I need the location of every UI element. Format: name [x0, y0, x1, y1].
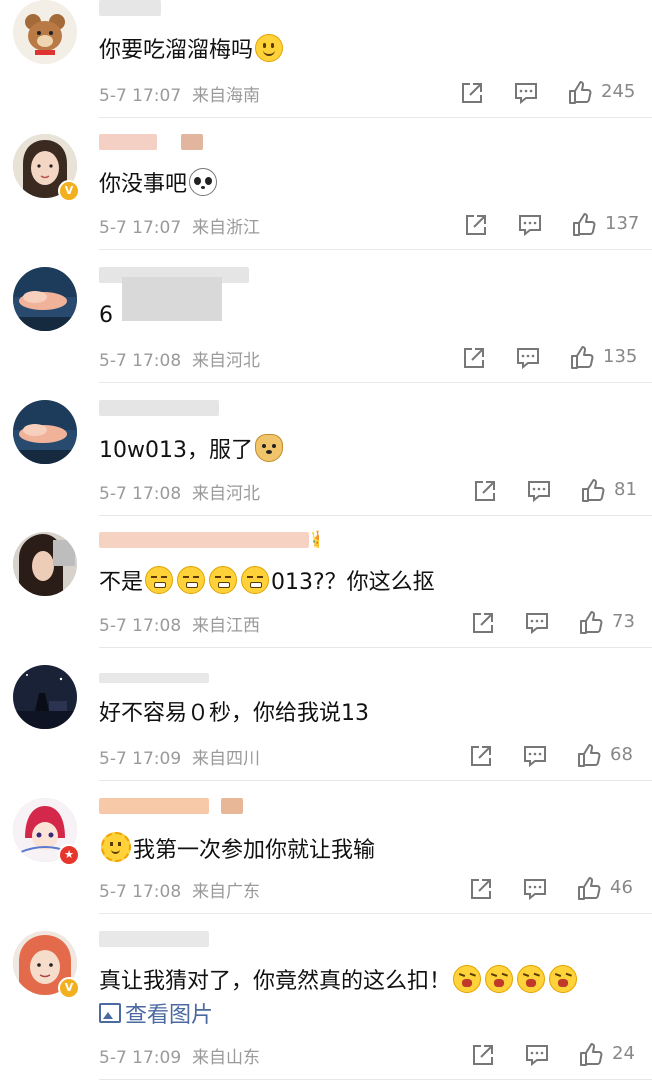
comment-text: 不是 013?？你这么抠: [99, 566, 435, 598]
comment-actions: 73: [0, 608, 652, 638]
verified-badge-icon: V: [58, 977, 80, 999]
divider: [99, 117, 652, 118]
redaction-block: [122, 277, 222, 321]
share-icon[interactable]: [463, 212, 489, 238]
username-redacted[interactable]: [99, 663, 319, 685]
comment-icon[interactable]: [522, 743, 548, 769]
thumbs-up-icon[interactable]: [569, 345, 595, 371]
sweat-emoji-icon: [209, 566, 238, 594]
like-count: 46: [610, 877, 633, 898]
username-redacted[interactable]: [99, 796, 319, 818]
comment-text: 你没事吧: [99, 168, 219, 200]
avatar[interactable]: [13, 665, 77, 729]
comment-actions: 135: [0, 343, 652, 373]
avatar[interactable]: [13, 267, 77, 331]
username-redacted[interactable]: 👑: [99, 530, 319, 552]
comment-text: 我第一次参加你就让我输: [99, 832, 375, 866]
share-icon[interactable]: [468, 743, 494, 769]
thumbs-up-icon[interactable]: [567, 80, 593, 106]
comment-text: 真让我猜对了，你竟然真的这么扣！: [99, 965, 579, 997]
thumbs-up-icon[interactable]: [578, 610, 604, 636]
comment-text: 6: [99, 303, 113, 328]
share-icon[interactable]: [461, 345, 487, 371]
like-count: 81: [614, 479, 637, 500]
comment-icon[interactable]: [524, 1042, 550, 1068]
angry-emoji-icon: [517, 965, 546, 993]
divider: [99, 249, 652, 250]
comment-icon[interactable]: [526, 478, 552, 504]
comment-item: V 你没事吧 5-7 17:07 来自浙江 137: [0, 132, 652, 265]
comment-item: 10w013，服了 5-7 17:08 来自河北 81: [0, 398, 652, 531]
avatar[interactable]: [13, 0, 77, 64]
comment-item: 6 5-7 17:08 来自河北 135: [0, 265, 652, 398]
see-image-link[interactable]: 查看图片: [99, 997, 213, 1029]
sweat-emoji-icon: [145, 566, 174, 594]
share-icon[interactable]: [472, 478, 498, 504]
smile-emoji-icon: [255, 34, 284, 62]
picture-icon: [99, 1003, 121, 1023]
comment-text: 你要吃溜溜梅吗: [99, 34, 285, 66]
comment-item: ★ 我第一次参加你就让我输 5-7 17:08 来自广东 46: [0, 796, 652, 929]
comment-icon[interactable]: [517, 212, 543, 238]
red-badge-icon: ★: [58, 844, 80, 866]
comment-item: 好不容易０秒，你给我说13 5-7 17:09 来自四川 68: [0, 663, 652, 796]
comment-icon[interactable]: [522, 876, 548, 902]
thumbs-up-icon[interactable]: [571, 212, 597, 238]
thumbs-up-icon[interactable]: [576, 876, 602, 902]
like-count: 135: [603, 346, 638, 367]
divider: [99, 515, 652, 516]
like-count: 137: [605, 213, 640, 234]
share-icon[interactable]: [470, 1042, 496, 1068]
share-icon[interactable]: [459, 80, 485, 106]
avatar[interactable]: [13, 400, 77, 464]
comment-icon[interactable]: [513, 80, 539, 106]
username-redacted[interactable]: [99, 398, 319, 420]
comment-item: 👑 不是013?？你这么抠 5-7 17:08 来自江西 73: [0, 530, 652, 663]
angry-emoji-icon: [453, 965, 482, 993]
comment-icon[interactable]: [515, 345, 541, 371]
username-redacted[interactable]: [99, 0, 319, 22]
username-redacted[interactable]: [99, 132, 319, 154]
comment-actions: 137: [0, 210, 652, 240]
share-icon[interactable]: [470, 610, 496, 636]
angry-emoji-icon: [549, 965, 578, 993]
thumbs-up-icon[interactable]: [578, 1042, 604, 1068]
comment-item: V 真让我猜对了，你竟然真的这么扣！ 查看图片 5-7 17:09 来自山东 2…: [0, 929, 652, 1090]
verified-badge-icon: V: [58, 180, 80, 202]
comment-actions: 245: [0, 78, 652, 108]
comment-icon[interactable]: [524, 610, 550, 636]
avatar[interactable]: [13, 532, 77, 596]
like-count: 24: [612, 1043, 635, 1064]
divider: [99, 913, 652, 914]
divider: [99, 382, 652, 383]
comment-actions: 68: [0, 741, 652, 771]
divider: [99, 1079, 652, 1080]
username-redacted[interactable]: [99, 929, 319, 951]
comment-actions: 24: [0, 1040, 652, 1070]
comment-actions: 81: [0, 476, 652, 506]
thumbs-up-icon[interactable]: [576, 743, 602, 769]
crown-emoji-icon: 👑: [311, 530, 319, 550]
like-count: 73: [612, 611, 635, 632]
like-count: 245: [601, 81, 636, 102]
thumbs-up-icon[interactable]: [580, 478, 606, 504]
divider: [99, 780, 652, 781]
comment-item: 你要吃溜溜梅吗 5-7 17:07 来自海南 245: [0, 0, 652, 133]
panda-emoji-icon: [189, 168, 218, 196]
angry-emoji-icon: [485, 965, 514, 993]
divider: [99, 647, 652, 648]
doge-emoji-icon: [254, 434, 283, 462]
share-icon[interactable]: [468, 876, 494, 902]
flower-emoji-icon: [101, 832, 131, 862]
sweat-emoji-icon: [177, 566, 206, 594]
comment-text: 10w013，服了: [99, 434, 285, 466]
comment-text: 好不容易０秒，你给我说13: [99, 701, 369, 726]
sweat-emoji-icon: [241, 566, 270, 594]
like-count: 68: [610, 744, 633, 765]
comment-actions: 46: [0, 874, 652, 904]
